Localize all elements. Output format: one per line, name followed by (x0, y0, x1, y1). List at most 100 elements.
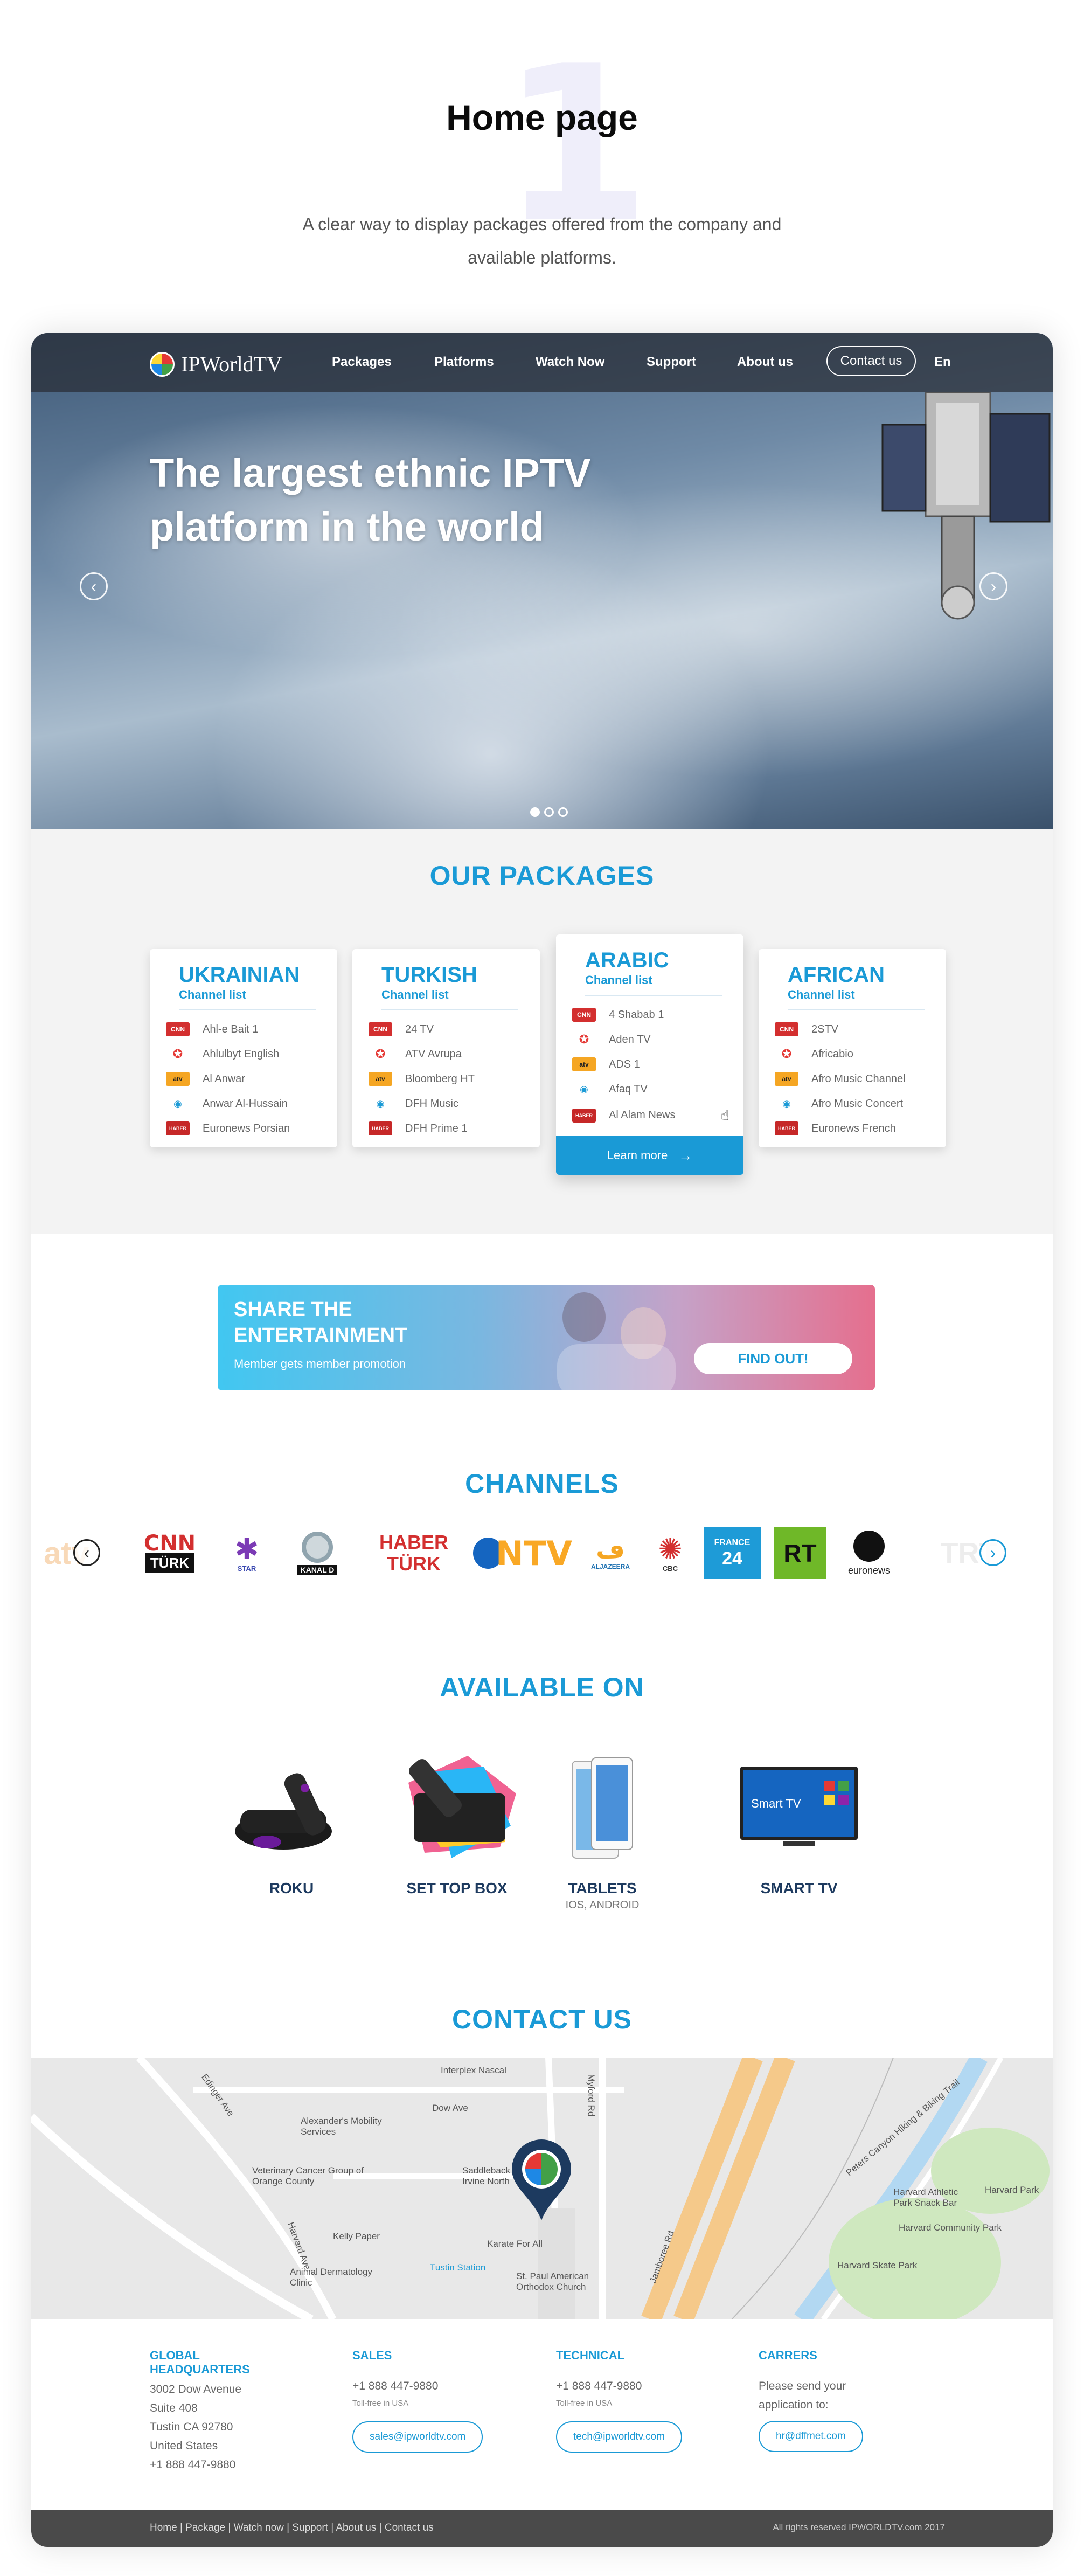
map-label: Myford Rd (586, 2074, 597, 2117)
haber-logo-icon: HABER (572, 1108, 596, 1123)
channel-logo-cnn-turk[interactable]: CNN TÜRK (137, 1526, 203, 1580)
nav-platforms[interactable]: Platforms (434, 355, 494, 370)
promo-title-line: SHARE THE (234, 1298, 352, 1321)
channel-logo-france24[interactable]: FRANCE 24 (704, 1527, 761, 1579)
channel-row: atv Bloomberg HT (369, 1072, 475, 1086)
location-map[interactable]: Interplex Nascal Alexander's Mobility Se… (31, 2058, 1053, 2319)
channel-logo-cbc[interactable]: ✺ CBC (648, 1526, 693, 1580)
package-card-african[interactable]: AFRICAN Channel list CNN 2STV ✪ Africabio … (759, 949, 946, 1147)
find-out-button[interactable]: FIND OUT! (694, 1343, 852, 1374)
package-subtitle: Channel list (788, 988, 855, 1001)
package-card-ukrainian[interactable]: UKRAINIAN Channel list CNN Ahl-e Bait 1 ✪… (150, 949, 337, 1147)
package-name: AFRICAN (788, 963, 885, 987)
package-subtitle: Channel list (179, 988, 246, 1001)
star-text: STAR (237, 1564, 256, 1573)
footer-careers: CARRERS Please send your application to:… (759, 2349, 863, 2452)
footer-links[interactable]: Home | Package | Watch now | Support | A… (150, 2522, 434, 2534)
contact-us-button[interactable]: Contact us (826, 346, 916, 376)
promo-title: SHARE THE ENTERTAINMENT (234, 1297, 407, 1348)
logo[interactable]: IPWorldTV (150, 351, 282, 377)
cbc-text: CBC (662, 1564, 678, 1573)
page-description: A clear way to display packages offered … (302, 214, 782, 267)
hero-banner: IPWorldTV Packages Platforms Watch Now S… (31, 333, 1053, 829)
channel-logo-ntv[interactable]: NTV (473, 1526, 572, 1580)
channel-name: Afro Music Channel (811, 1072, 906, 1085)
channels-prev-button[interactable]: ‹ (73, 1539, 100, 1566)
slide-dot[interactable] (544, 807, 554, 817)
channels-next-button[interactable]: › (979, 1539, 1006, 1566)
language-selector[interactable]: En (934, 355, 951, 370)
channel-row: CNN 2STV (775, 1022, 838, 1036)
aljazeera-icon: ڡ (596, 1535, 625, 1563)
channel-logo-haber-turk[interactable]: HABER TÜRK (371, 1526, 457, 1580)
channel-name: DFH Music (405, 1097, 458, 1110)
channel-logo-star[interactable]: ✱ STAR (224, 1526, 269, 1580)
map-label: Veterinary Cancer Group of Orange County (252, 2165, 364, 2186)
map-label: Kelly Paper (333, 2231, 380, 2241)
haber-text: HABER (379, 1531, 448, 1553)
phone-number[interactable]: +1 888 447-9880 (556, 2377, 682, 2395)
location-pin-icon[interactable] (512, 2139, 571, 2220)
nav-about-us[interactable]: About us (737, 355, 793, 370)
channel-name: Africabio (811, 1048, 853, 1060)
couple-photo (557, 1292, 676, 1390)
careers-email-button[interactable]: hr@dffmet.com (759, 2421, 863, 2452)
package-name: TURKISH (381, 963, 477, 987)
map-label: Harvard Athletic Park Snack Bar (893, 2187, 958, 2208)
channel-row: CNN Ahl-e Bait 1 (166, 1022, 258, 1036)
app-tile-icon (824, 1781, 835, 1791)
channel-name: Afro Music Concert (811, 1097, 904, 1110)
tech-email-button[interactable]: tech@ipworldtv.com (556, 2421, 682, 2453)
nav-watch-now[interactable]: Watch Now (536, 355, 604, 370)
euronews-text: euronews (847, 1564, 891, 1576)
platform-sublabel-tablets: IOS, ANDROID (565, 1899, 640, 1911)
contact-title: CONTACT US (451, 2004, 633, 2034)
cnn-logo-icon: CNN (775, 1022, 798, 1036)
nav-support[interactable]: Support (647, 355, 696, 370)
platform-label-smart-tv: SMART TV (760, 1880, 838, 1896)
kanal-d-logo-icon: ◉ (173, 1098, 182, 1109)
channel-logo-aljazeera[interactable]: ڡ ALJAZEERA (586, 1526, 635, 1580)
phone-number[interactable]: +1 888 447-9880 (352, 2377, 483, 2395)
channel-row: ✪ Ahlulbyt English (166, 1047, 280, 1061)
channel-logo-euronews[interactable]: euronews (839, 1526, 899, 1580)
channel-logo-kanal-d[interactable]: KANAL D (288, 1526, 347, 1580)
map-label: Interplex Nascal (441, 2065, 506, 2075)
cnn-logo-icon: CNN (166, 1022, 190, 1036)
phone-note: Toll-free in USA (556, 2399, 613, 2408)
arrow-right-icon: → (678, 1147, 693, 1164)
channel-name: Bloomberg HT (405, 1072, 475, 1085)
address-line: United States (150, 2440, 218, 2452)
channel-name: Ahlulbyt English (203, 1048, 280, 1060)
star-logo-icon: ✪ (579, 1033, 589, 1046)
next-slide-button[interactable]: › (979, 572, 1007, 600)
slide-dot[interactable] (558, 807, 568, 817)
turk-text: TÜRK (387, 1553, 441, 1575)
package-card-arabic[interactable]: ARABIC Channel list CNN 4 Shabab 1 ✪ Aden … (556, 934, 743, 1175)
package-name: ARABIC (585, 948, 669, 972)
channel-name: Euronews Porsian (203, 1122, 290, 1134)
prev-slide-button[interactable]: ‹ (80, 572, 108, 600)
sales-email-button[interactable]: sales@ipworldtv.com (352, 2421, 483, 2453)
platform-label-tablets: TABLETS (568, 1880, 637, 1896)
nav-packages[interactable]: Packages (332, 355, 392, 370)
globe-icon (150, 351, 175, 377)
footer-sales: SALES +1 888 447-9880 Toll-free in USA s… (352, 2349, 483, 2453)
promo-title-line: ENTERTAINMENT (234, 1324, 408, 1347)
channel-name: Anwar Al-Hussain (203, 1097, 288, 1110)
package-subtitle: Channel list (585, 973, 652, 987)
address-line: 3002 Dow Avenue (150, 2383, 242, 2395)
channel-name: Al Alam News (609, 1109, 676, 1121)
channel-logo-rt[interactable]: RT (774, 1527, 826, 1579)
channel-name: ATV Avrupa (405, 1048, 462, 1060)
learn-more-button[interactable]: Learn more → (556, 1136, 743, 1175)
tv-screen: Smart TV (740, 1767, 858, 1840)
careers-text: Please send your (759, 2380, 846, 2392)
map-label: Alexander's Mobility Services (301, 2116, 382, 2137)
chevron-left-icon: ‹ (91, 576, 97, 596)
kanal-d-text: KANAL D (297, 1565, 338, 1575)
package-card-turkish[interactable]: TURKISH Channel list CNN 24 TV ✪ ATV Avrup… (352, 949, 540, 1147)
slide-dot[interactable] (530, 807, 540, 817)
kanal-d-logo-icon: ◉ (580, 1083, 588, 1095)
phone-number[interactable]: +1 888 447-9880 (150, 2455, 250, 2474)
